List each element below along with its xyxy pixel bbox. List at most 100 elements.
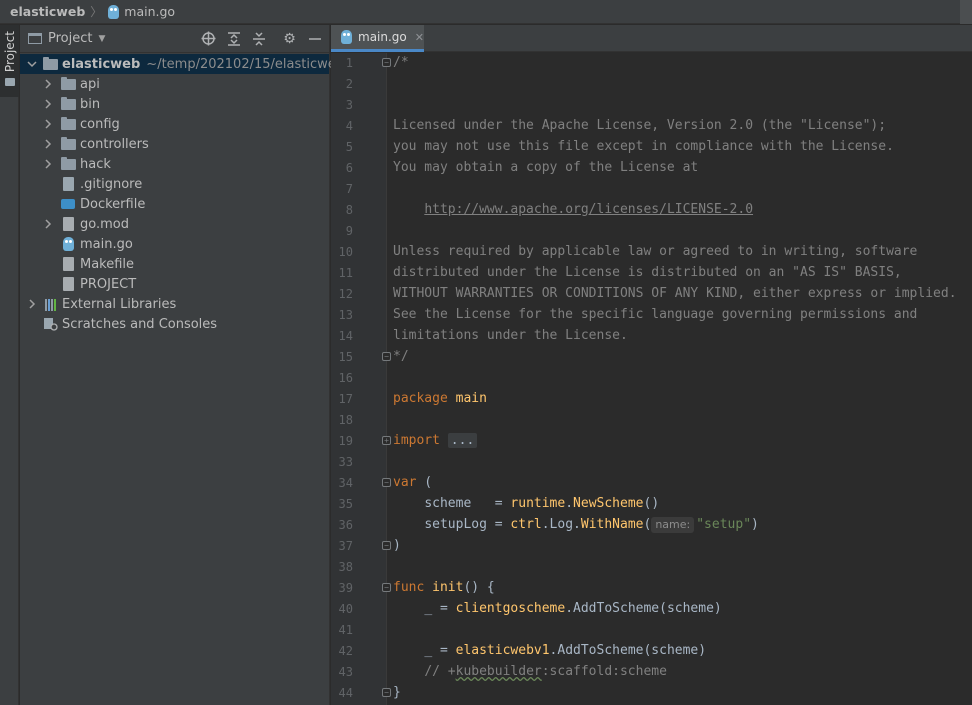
code-text: .AddToScheme(scheme) [549,643,707,658]
line-number: 1 [345,56,353,70]
line-number: 44 [338,686,353,700]
docker-icon [60,196,76,212]
chevron-right-icon[interactable] [26,298,38,310]
project-tree: elasticweb ~/temp/202102/15/elasticweb ap… [20,53,344,334]
line-number: 3 [345,98,353,112]
code-text: .AddToScheme(scheme) [565,601,722,616]
tree-item-makefile[interactable]: Makefile [20,254,329,274]
tree-item-controllers[interactable]: controllers [20,134,329,154]
code-text: _ = [424,643,456,658]
chevron-down-icon[interactable]: ▼ [98,34,105,44]
code-line: 15 − */ [331,347,972,368]
code-text: // + [424,664,456,679]
line-number: 6 [345,161,353,175]
breadcrumb-file-label: main.go [124,4,176,19]
code-line: 40 _ = clientgoscheme.AddToScheme(scheme… [331,599,972,620]
code-text: = [486,517,511,532]
tree-item-go-mod[interactable]: go.mod [20,214,329,234]
code-text: */ [393,349,409,364]
close-icon[interactable]: ✕ [415,31,424,44]
navigation-bar: elasticweb 〉 main.go [0,0,972,24]
tree-item-api[interactable]: api [20,74,329,94]
fold-icon[interactable]: − [382,541,391,550]
code-text: = [471,496,511,511]
line-number: 19 [338,434,353,448]
breadcrumb-project[interactable]: elasticweb [10,4,85,19]
code-text: /* [393,55,409,70]
tree-item-label: Dockerfile [80,196,146,212]
line-number: 40 [338,602,353,616]
root-name: elasticweb [62,56,141,72]
code-text: you may not use this file except in comp… [393,139,894,154]
folder-icon [42,56,58,72]
chevron-right-icon[interactable] [42,118,54,130]
code-area[interactable]: 1−/* 2 3 4 Licensed under the Apache Lice… [331,53,972,704]
tree-item-hack[interactable]: hack [20,154,329,174]
chevron-right-icon[interactable] [42,98,54,110]
line-number: 33 [338,455,353,469]
fold-icon[interactable]: + [382,436,391,445]
tree-item-external-libraries[interactable]: External Libraries [20,294,329,314]
fold-icon[interactable]: − [382,478,391,487]
code-text: () { [463,580,495,595]
code-line: 4 Licensed under the Apache License, Vers… [331,116,972,137]
package-ref: runtime [510,496,566,511]
expand-all-icon[interactable] [225,30,242,47]
fold-icon[interactable]: − [382,688,391,697]
code-text: _ = [424,601,456,616]
tree-root-elasticweb[interactable]: elasticweb ~/temp/202102/15/elasticweb [20,54,344,74]
folder-icon [4,78,15,87]
project-stripe-label: Project [2,31,17,73]
collapse-all-icon[interactable] [250,30,267,47]
line-number: 10 [338,245,353,259]
parameter-hint: name: [651,517,695,533]
tree-item-gitignore[interactable]: .gitignore [20,174,329,194]
tree-item-dockerfile[interactable]: Dockerfile [20,194,329,214]
fold-icon[interactable]: − [382,352,391,361]
tree-item-project[interactable]: PROJECT [20,274,329,294]
tree-item-label: External Libraries [62,296,177,312]
license-link[interactable]: http://www.apache.org/licenses/LICENSE-2… [424,202,753,217]
chevron-right-icon[interactable] [42,78,54,90]
tree-item-main-go[interactable]: main.go [20,234,329,254]
tab-main-go[interactable]: main.go ✕ [331,25,424,52]
tree-item-scratches[interactable]: Scratches and Consoles [20,314,329,334]
code-line: 34 − var ( [331,473,972,494]
code-line: 10 Unless required by applicable law or a… [331,242,972,263]
folded-imports[interactable]: ... [447,433,478,448]
chevron-right-icon[interactable] [42,158,54,170]
code-line: 44 −} [331,683,972,704]
go-file-icon [108,4,120,19]
tree-item-config[interactable]: config [20,114,329,134]
chevron-right-icon[interactable] [42,218,54,230]
breadcrumb-file[interactable]: main.go [108,4,175,19]
tree-item-bin[interactable]: bin [20,94,329,114]
code-line: 13 See the License for the specific langu… [331,305,972,326]
line-number: 13 [338,308,353,322]
locate-icon[interactable] [200,30,217,47]
project-panel: Project ▼ ⚙ elasticweb ~/temp/202102/15/… [20,25,344,705]
code-line: 35 scheme = runtime.NewScheme() [331,494,972,515]
tree-item-label: .gitignore [80,176,143,192]
gitignore-file-icon [60,176,76,192]
code-line: 8 http://www.apache.org/licenses/LICENSE… [331,200,972,221]
code-text: ( [643,517,652,532]
code-line: 2 [331,74,972,95]
code-text: Licensed under the Apache License, Versi… [393,118,887,133]
code-line: 11 distributed under the License is distr… [331,263,972,284]
code-line: 39 − func init() { [331,578,972,599]
gear-icon[interactable]: ⚙ [281,30,298,47]
code-line: 9 [331,221,972,242]
line-number: 37 [338,539,353,553]
project-tool-window-button[interactable]: Project [0,25,19,97]
line-number: 15 [338,350,353,364]
code-line: 33 [331,452,972,473]
chevron-down-icon[interactable] [26,58,38,70]
string-literal: "setup" [696,517,752,532]
fold-icon[interactable]: − [382,583,391,592]
fold-icon[interactable]: − [382,58,391,67]
line-number: 7 [345,182,353,196]
project-view-selector[interactable]: Project [48,31,92,46]
hide-icon[interactable] [306,30,323,47]
chevron-right-icon[interactable] [42,138,54,150]
